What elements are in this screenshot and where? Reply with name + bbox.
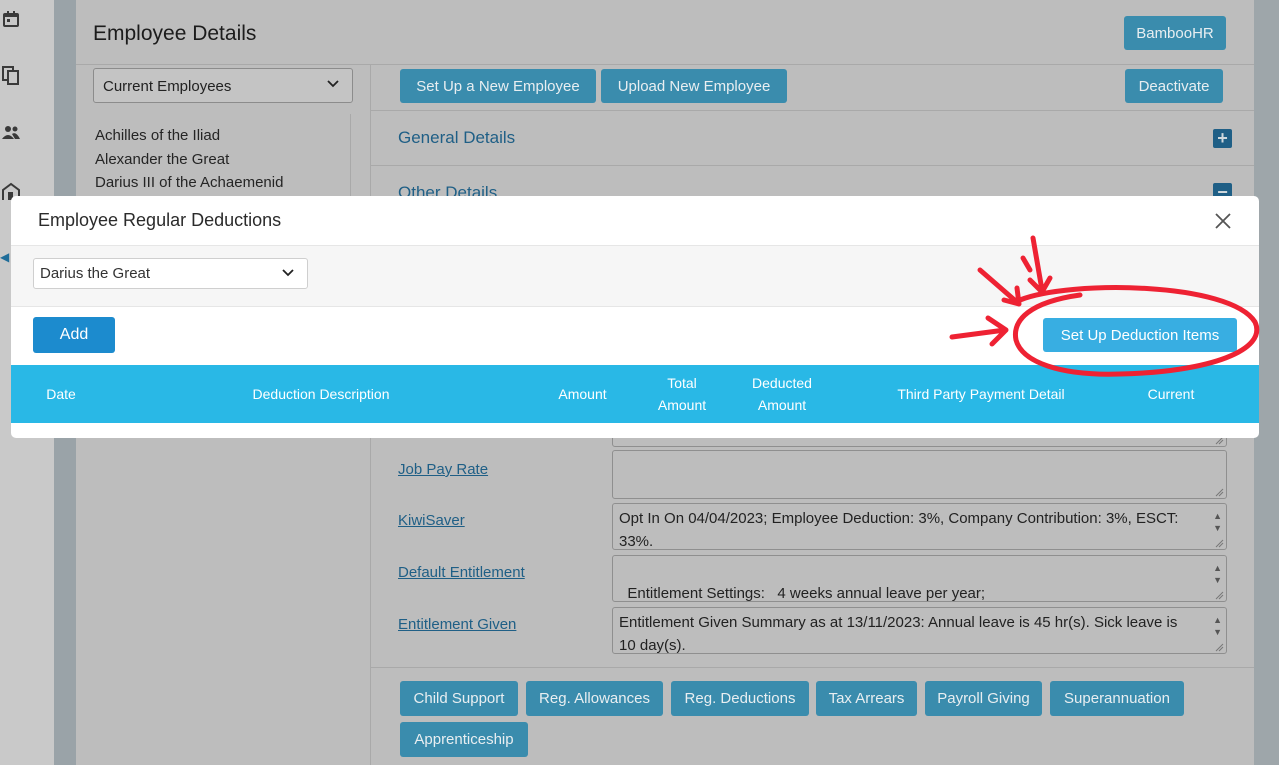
column-header-description[interactable]: Deduction Description bbox=[231, 383, 411, 405]
header-divider bbox=[76, 64, 1254, 65]
tab-reg-deductions[interactable]: Reg. Deductions bbox=[671, 681, 809, 716]
kiwisaver-link[interactable]: KiwiSaver bbox=[398, 512, 465, 529]
close-icon[interactable] bbox=[1213, 211, 1233, 231]
employee-regular-deductions-modal: Employee Regular Deductions Darius the G… bbox=[11, 196, 1259, 438]
employee-filter-value: Current Employees bbox=[103, 78, 232, 95]
deactivate-button[interactable]: Deactivate bbox=[1125, 69, 1223, 103]
default-entitlement-link[interactable]: Default Entitlement bbox=[398, 564, 525, 581]
tab-child-support[interactable]: Child Support bbox=[400, 681, 518, 716]
chevron-down-icon bbox=[282, 269, 294, 277]
kiwisaver-value: Opt In On 04/04/2023; Employee Deduction… bbox=[619, 510, 1179, 550]
column-header-deducted-amount[interactable]: Deducted Amount bbox=[744, 372, 820, 416]
entitlement-given-value: Entitlement Given Summary as at 13/11/20… bbox=[619, 614, 1178, 654]
resize-grip-icon[interactable] bbox=[1214, 590, 1224, 600]
resize-grip-icon[interactable] bbox=[1214, 487, 1224, 497]
list-item[interactable]: Alexander the Great bbox=[95, 148, 283, 172]
employee-select[interactable]: Darius the Great bbox=[33, 258, 308, 289]
people-icon[interactable] bbox=[0, 122, 22, 144]
employee-list: Achilles of the Iliad Alexander the Grea… bbox=[95, 124, 283, 195]
resize-grip-icon[interactable] bbox=[1214, 538, 1224, 548]
collapse-arrow-icon[interactable]: ◀ bbox=[0, 250, 10, 264]
calendar-icon[interactable] bbox=[0, 8, 22, 30]
default-entitlement-field[interactable]: Entitlement Settings: 4 weeks annual lea… bbox=[612, 555, 1227, 602]
section-divider bbox=[371, 667, 1254, 668]
entitlement-given-field[interactable]: Entitlement Given Summary as at 13/11/20… bbox=[612, 607, 1227, 654]
employee-filter-select[interactable]: Current Employees bbox=[93, 68, 353, 103]
modal-title: Employee Regular Deductions bbox=[38, 210, 282, 230]
scroll-arrows-icon[interactable]: ▲ ▼ bbox=[1213, 562, 1222, 586]
tab-superannuation[interactable]: Superannuation bbox=[1050, 681, 1184, 716]
documents-icon[interactable] bbox=[0, 65, 22, 87]
kiwisaver-field[interactable]: Opt In On 04/04/2023; Employee Deduction… bbox=[612, 503, 1227, 550]
column-header-date[interactable]: Date bbox=[31, 383, 91, 405]
list-item[interactable]: Achilles of the Iliad bbox=[95, 124, 283, 148]
scroll-arrows-icon[interactable]: ▲ ▼ bbox=[1213, 510, 1222, 534]
employee-select-value: Darius the Great bbox=[40, 265, 151, 282]
set-up-new-employee-button[interactable]: Set Up a New Employee bbox=[400, 69, 596, 103]
tab-payroll-giving[interactable]: Payroll Giving bbox=[925, 681, 1042, 716]
scroll-arrows-icon[interactable]: ▲ ▼ bbox=[1213, 614, 1222, 638]
section-divider bbox=[371, 110, 1254, 111]
modal-divider bbox=[11, 306, 1259, 307]
job-pay-rate-link[interactable]: Job Pay Rate bbox=[398, 461, 488, 478]
column-header-current[interactable]: Current bbox=[1131, 383, 1211, 405]
employee-list-scrollbar[interactable] bbox=[350, 114, 365, 196]
section-divider bbox=[371, 165, 1254, 166]
expand-plus-icon[interactable]: + bbox=[1213, 129, 1232, 148]
entitlement-given-link[interactable]: Entitlement Given bbox=[398, 616, 516, 633]
resize-grip-icon[interactable] bbox=[1214, 642, 1224, 652]
bamboohr-button[interactable]: BambooHR bbox=[1124, 16, 1226, 50]
chevron-down-icon bbox=[327, 80, 339, 88]
upload-new-employee-button[interactable]: Upload New Employee bbox=[601, 69, 787, 103]
column-header-third-party[interactable]: Third Party Payment Detail bbox=[881, 383, 1081, 405]
page-title: Employee Details bbox=[93, 22, 257, 45]
tab-tax-arrears[interactable]: Tax Arrears bbox=[816, 681, 917, 716]
tab-apprenticeship[interactable]: Apprenticeship bbox=[400, 722, 528, 757]
general-details-header[interactable]: General Details bbox=[398, 128, 515, 148]
job-pay-rate-field[interactable] bbox=[612, 450, 1227, 499]
list-item[interactable]: Darius III of the Achaemenid bbox=[95, 171, 283, 195]
set-up-deduction-items-button[interactable]: Set Up Deduction Items bbox=[1043, 318, 1237, 352]
tab-reg-allowances[interactable]: Reg. Allowances bbox=[526, 681, 663, 716]
deductions-table-header: Date Deduction Description Amount Total … bbox=[11, 365, 1259, 423]
column-header-amount[interactable]: Amount bbox=[546, 383, 619, 405]
add-button[interactable]: Add bbox=[33, 317, 115, 353]
column-header-total-amount[interactable]: Total Amount bbox=[651, 372, 713, 416]
default-entitlement-value: Entitlement Settings: 4 weeks annual lea… bbox=[627, 585, 986, 602]
